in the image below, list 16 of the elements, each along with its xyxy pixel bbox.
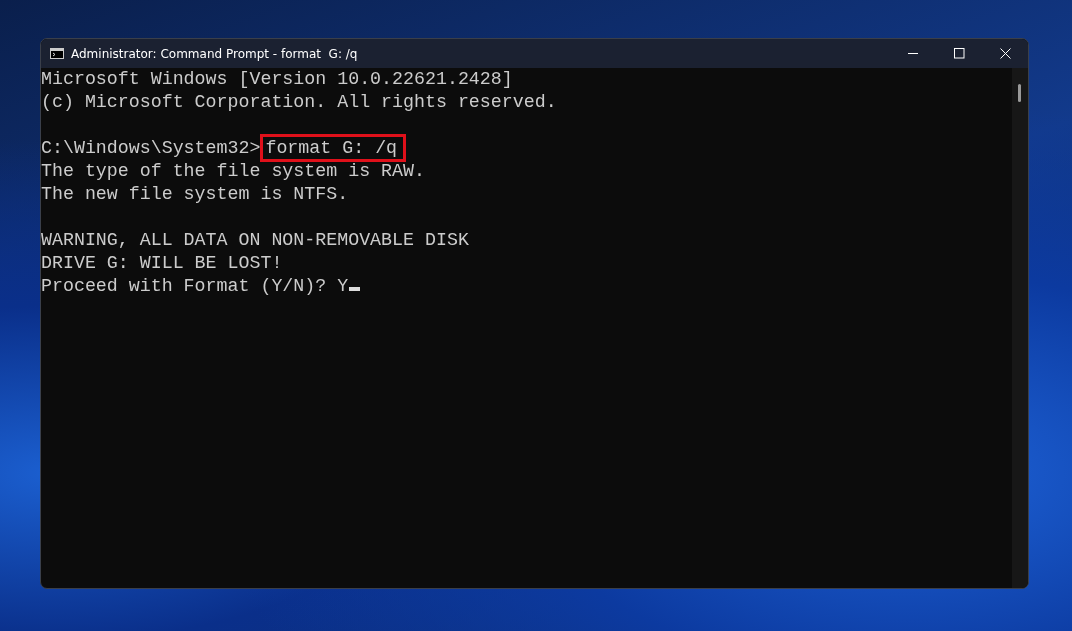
console-line: Proceed with Format (Y/N)? Y: [41, 276, 349, 296]
console-line: (c) Microsoft Corporation. All rights reserved.: [41, 91, 558, 114]
scrollbar[interactable]: [1012, 68, 1028, 588]
console-line: The type of the file system is RAW.: [41, 160, 426, 183]
console-line: Microsoft Windows [Version 10.0.22621.2428]: [41, 68, 514, 91]
console-line: The new file system is NTFS.: [41, 183, 350, 206]
highlighted-command: format G: /q: [263, 137, 404, 159]
close-icon: [999, 48, 1011, 59]
console-icon: [50, 48, 64, 59]
text-cursor: [349, 287, 361, 291]
console-line: WARNING, ALL DATA ON NON-REMOVABLE DISK: [41, 229, 470, 252]
window-title: Administrator: Command Prompt - format G: /q: [71, 46, 359, 61]
scrollbar-thumb[interactable]: [1018, 84, 1021, 102]
console-line: DRIVE G: WILL BE LOST!: [41, 252, 284, 275]
maximize-icon: [953, 48, 965, 59]
command-prompt: C:\Windows\System32>: [41, 138, 261, 158]
